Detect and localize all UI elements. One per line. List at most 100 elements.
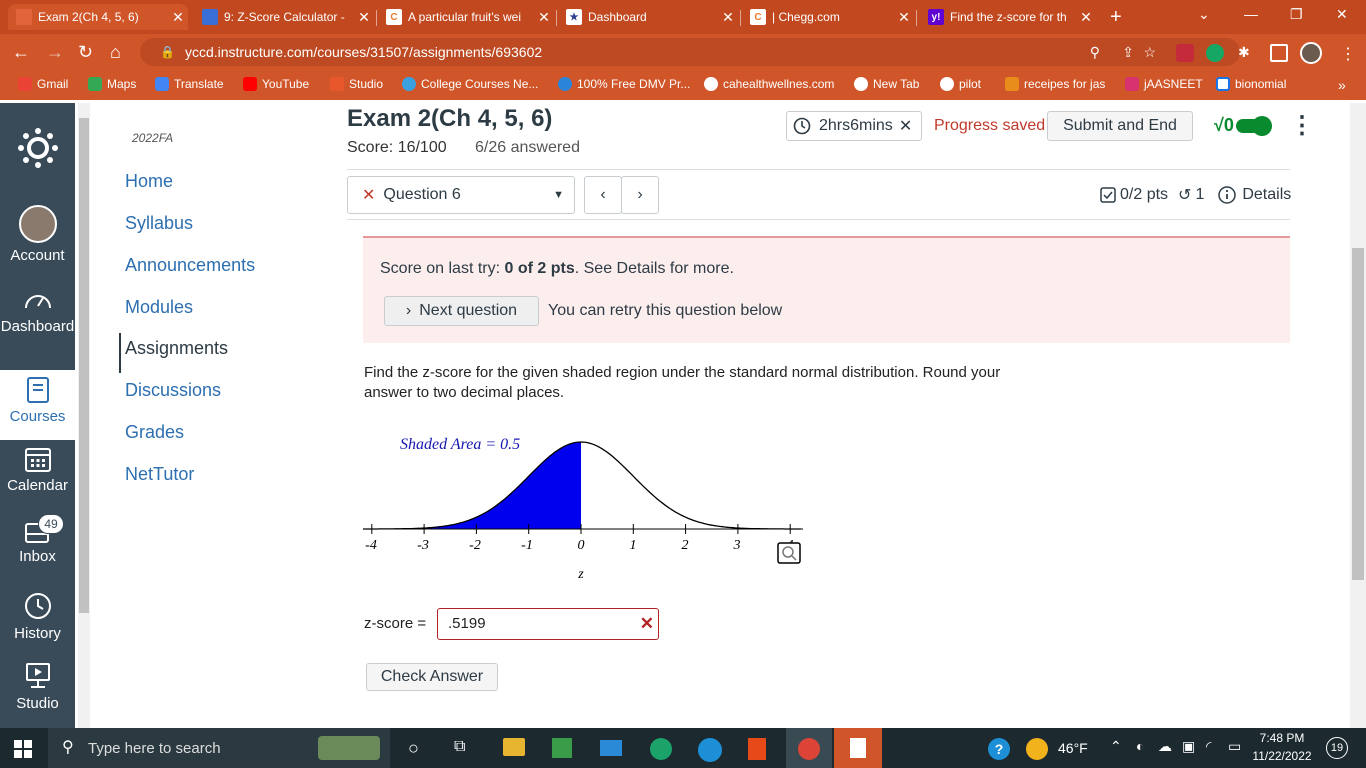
restore-button[interactable]: ❐ [1290, 6, 1303, 23]
more-options-icon[interactable]: ⋮ [1290, 111, 1314, 140]
bookmark-newtab[interactable]: New Tab [854, 77, 919, 91]
previous-question-button[interactable]: ‹ [584, 176, 622, 214]
browser-tab-chegg-1[interactable]: C A particular fruit's wei ✕ [378, 4, 554, 30]
next-question-arrow-button[interactable]: › [621, 176, 659, 214]
question-selector[interactable]: ✕ Question 6 ▼ [347, 176, 575, 214]
nav-dashboard[interactable]: Dashboard [0, 288, 75, 338]
store-icon[interactable] [552, 738, 572, 758]
bookmark-bionomial[interactable]: bionomial [1216, 77, 1286, 91]
close-tab-icon[interactable]: ✕ [718, 9, 738, 26]
home-icon[interactable]: ⌂ [110, 42, 121, 63]
hidden-icons-chevron-icon[interactable]: ⌃ [1110, 738, 1122, 755]
bookmark-gmail[interactable]: Gmail [18, 77, 68, 91]
tab-search-icon[interactable]: ⌄ [1198, 6, 1210, 23]
tray-display-icon[interactable]: ▣ [1182, 738, 1195, 755]
submit-and-end-button[interactable]: Submit and End [1047, 111, 1193, 141]
back-arrow-icon[interactable]: ← [12, 42, 30, 63]
nav-account[interactable]: Account [0, 205, 75, 264]
bookmark-translate[interactable]: Translate [155, 77, 224, 91]
bookmark-receipes[interactable]: receipes for jas [1005, 77, 1105, 91]
minimize-button[interactable]: — [1244, 6, 1258, 22]
help-icon[interactable]: ? [988, 738, 1010, 760]
mail-icon[interactable] [600, 740, 622, 756]
close-tab-icon[interactable]: ✕ [1076, 9, 1096, 26]
close-tab-icon[interactable]: ✕ [354, 9, 374, 26]
bookmark-maps[interactable]: Maps [88, 77, 136, 91]
profile-avatar[interactable] [1300, 42, 1322, 64]
notification-center-icon[interactable]: 19 [1326, 737, 1348, 759]
edge-icon[interactable] [650, 738, 672, 760]
browser-tab-chegg-2[interactable]: C | Chegg.com ✕ [742, 4, 914, 30]
new-tab-button[interactable]: + [1110, 6, 1122, 29]
z-score-input[interactable]: .5199 ✕ [437, 608, 659, 640]
office-icon[interactable] [748, 738, 766, 760]
forward-arrow-icon[interactable]: → [46, 42, 64, 63]
reload-icon[interactable]: ↻ [78, 42, 93, 63]
battery-icon[interactable]: ▭ [1228, 738, 1241, 755]
math-entry-toggle[interactable] [1236, 116, 1272, 136]
windows-start-icon[interactable] [14, 740, 32, 758]
bookmark-cahealth[interactable]: cahealthwellnes.com [704, 77, 834, 91]
bookmark-studio[interactable]: Studio [330, 77, 383, 91]
course-nav-modules[interactable]: Modules [125, 297, 193, 318]
course-nav-assignments[interactable]: Assignments [125, 338, 228, 359]
left-scrollbar-thumb[interactable] [79, 118, 89, 613]
cortana-icon[interactable]: ○ [408, 738, 419, 759]
file-explorer-icon[interactable] [503, 738, 525, 756]
browser-tab-exam[interactable]: Exam 2(Ch 4, 5, 6) ✕ [8, 4, 188, 30]
course-nav-grades[interactable]: Grades [125, 422, 184, 443]
close-tab-icon[interactable]: ✕ [534, 9, 554, 26]
timer-badge[interactable]: 2hrs6mins ✕ [786, 111, 922, 141]
clock[interactable]: 7:48 PM 11/22/2022 [1250, 731, 1314, 763]
bookmark-dmv[interactable]: 100% Free DMV Pr... [558, 77, 690, 91]
magnify-icon[interactable] [777, 542, 801, 564]
nav-studio[interactable]: Studio [0, 661, 75, 712]
wifi-icon[interactable]: ◜ [1206, 738, 1211, 755]
url-input[interactable]: 🔒 yccd.instructure.com/courses/31507/ass… [140, 38, 1240, 66]
tray-app-icon[interactable]: ◐ [1136, 738, 1144, 754]
pocket-extension-icon[interactable] [1176, 44, 1194, 62]
browser-tab-dashboard[interactable]: ★ Dashboard ✕ [558, 4, 738, 30]
nav-history[interactable]: History [0, 591, 75, 642]
nav-courses[interactable]: Courses [0, 376, 75, 425]
canvas-logo-icon[interactable] [0, 128, 75, 172]
browser-tab-zscore[interactable]: 9: Z-Score Calculator - ✕ [194, 4, 374, 30]
tick-label: 3 [733, 538, 741, 553]
course-nav-home[interactable]: Home [125, 171, 173, 192]
close-timer-icon[interactable]: ✕ [899, 116, 912, 136]
course-nav-announcements[interactable]: Announcements [125, 255, 255, 276]
edge-dev-icon[interactable] [698, 738, 722, 762]
check-answer-button[interactable]: Check Answer [366, 663, 498, 691]
course-nav-nettutor[interactable]: NetTutor [125, 464, 194, 485]
task-view-icon[interactable]: ⧉ [454, 738, 465, 756]
bookmark-pilot[interactable]: pilot [940, 77, 981, 91]
nav-label: Courses [9, 408, 66, 425]
recipe-icon [1005, 77, 1019, 91]
close-window-button[interactable]: ✕ [1336, 6, 1348, 23]
next-question-button[interactable]: › Next question [384, 296, 539, 326]
course-nav-discussions[interactable]: Discussions [125, 380, 221, 401]
bookmark-youtube[interactable]: YouTube [243, 77, 309, 91]
nav-calendar[interactable]: Calendar [0, 445, 75, 494]
grammarly-extension-icon[interactable] [1206, 44, 1224, 62]
close-tab-icon[interactable]: ✕ [894, 9, 914, 26]
weather-temp[interactable]: 46°F [1058, 740, 1088, 756]
details-button[interactable]: Details [1218, 186, 1291, 204]
right-scrollbar-thumb[interactable] [1352, 248, 1364, 580]
taskbar-search-box[interactable]: ⚲ Type here to search [48, 728, 390, 768]
nav-inbox[interactable]: 49 Inbox [0, 514, 75, 565]
chrome-menu-icon[interactable]: ⋮ [1340, 44, 1358, 63]
bookmark-jaasneet[interactable]: jAASNEET [1125, 77, 1203, 91]
share-icon[interactable]: ⇪ [1122, 44, 1134, 61]
extensions-puzzle-icon[interactable]: ✱ [1238, 44, 1256, 62]
course-nav-syllabus[interactable]: Syllabus [125, 213, 193, 234]
sidepanel-icon[interactable] [1270, 44, 1288, 62]
close-tab-icon[interactable]: ✕ [168, 9, 188, 26]
zoom-icon[interactable]: ⚲ [1090, 44, 1100, 61]
bookmark-college[interactable]: College Courses Ne... [402, 77, 538, 91]
normal-curve [363, 441, 801, 530]
browser-tab-yahoo[interactable]: y! Find the z-score for th ✕ [920, 4, 1096, 30]
bookmark-star-icon[interactable]: ☆ [1143, 44, 1156, 61]
more-bookmarks-icon[interactable]: » [1338, 77, 1346, 93]
onedrive-cloud-icon[interactable]: ☁ [1158, 738, 1172, 755]
